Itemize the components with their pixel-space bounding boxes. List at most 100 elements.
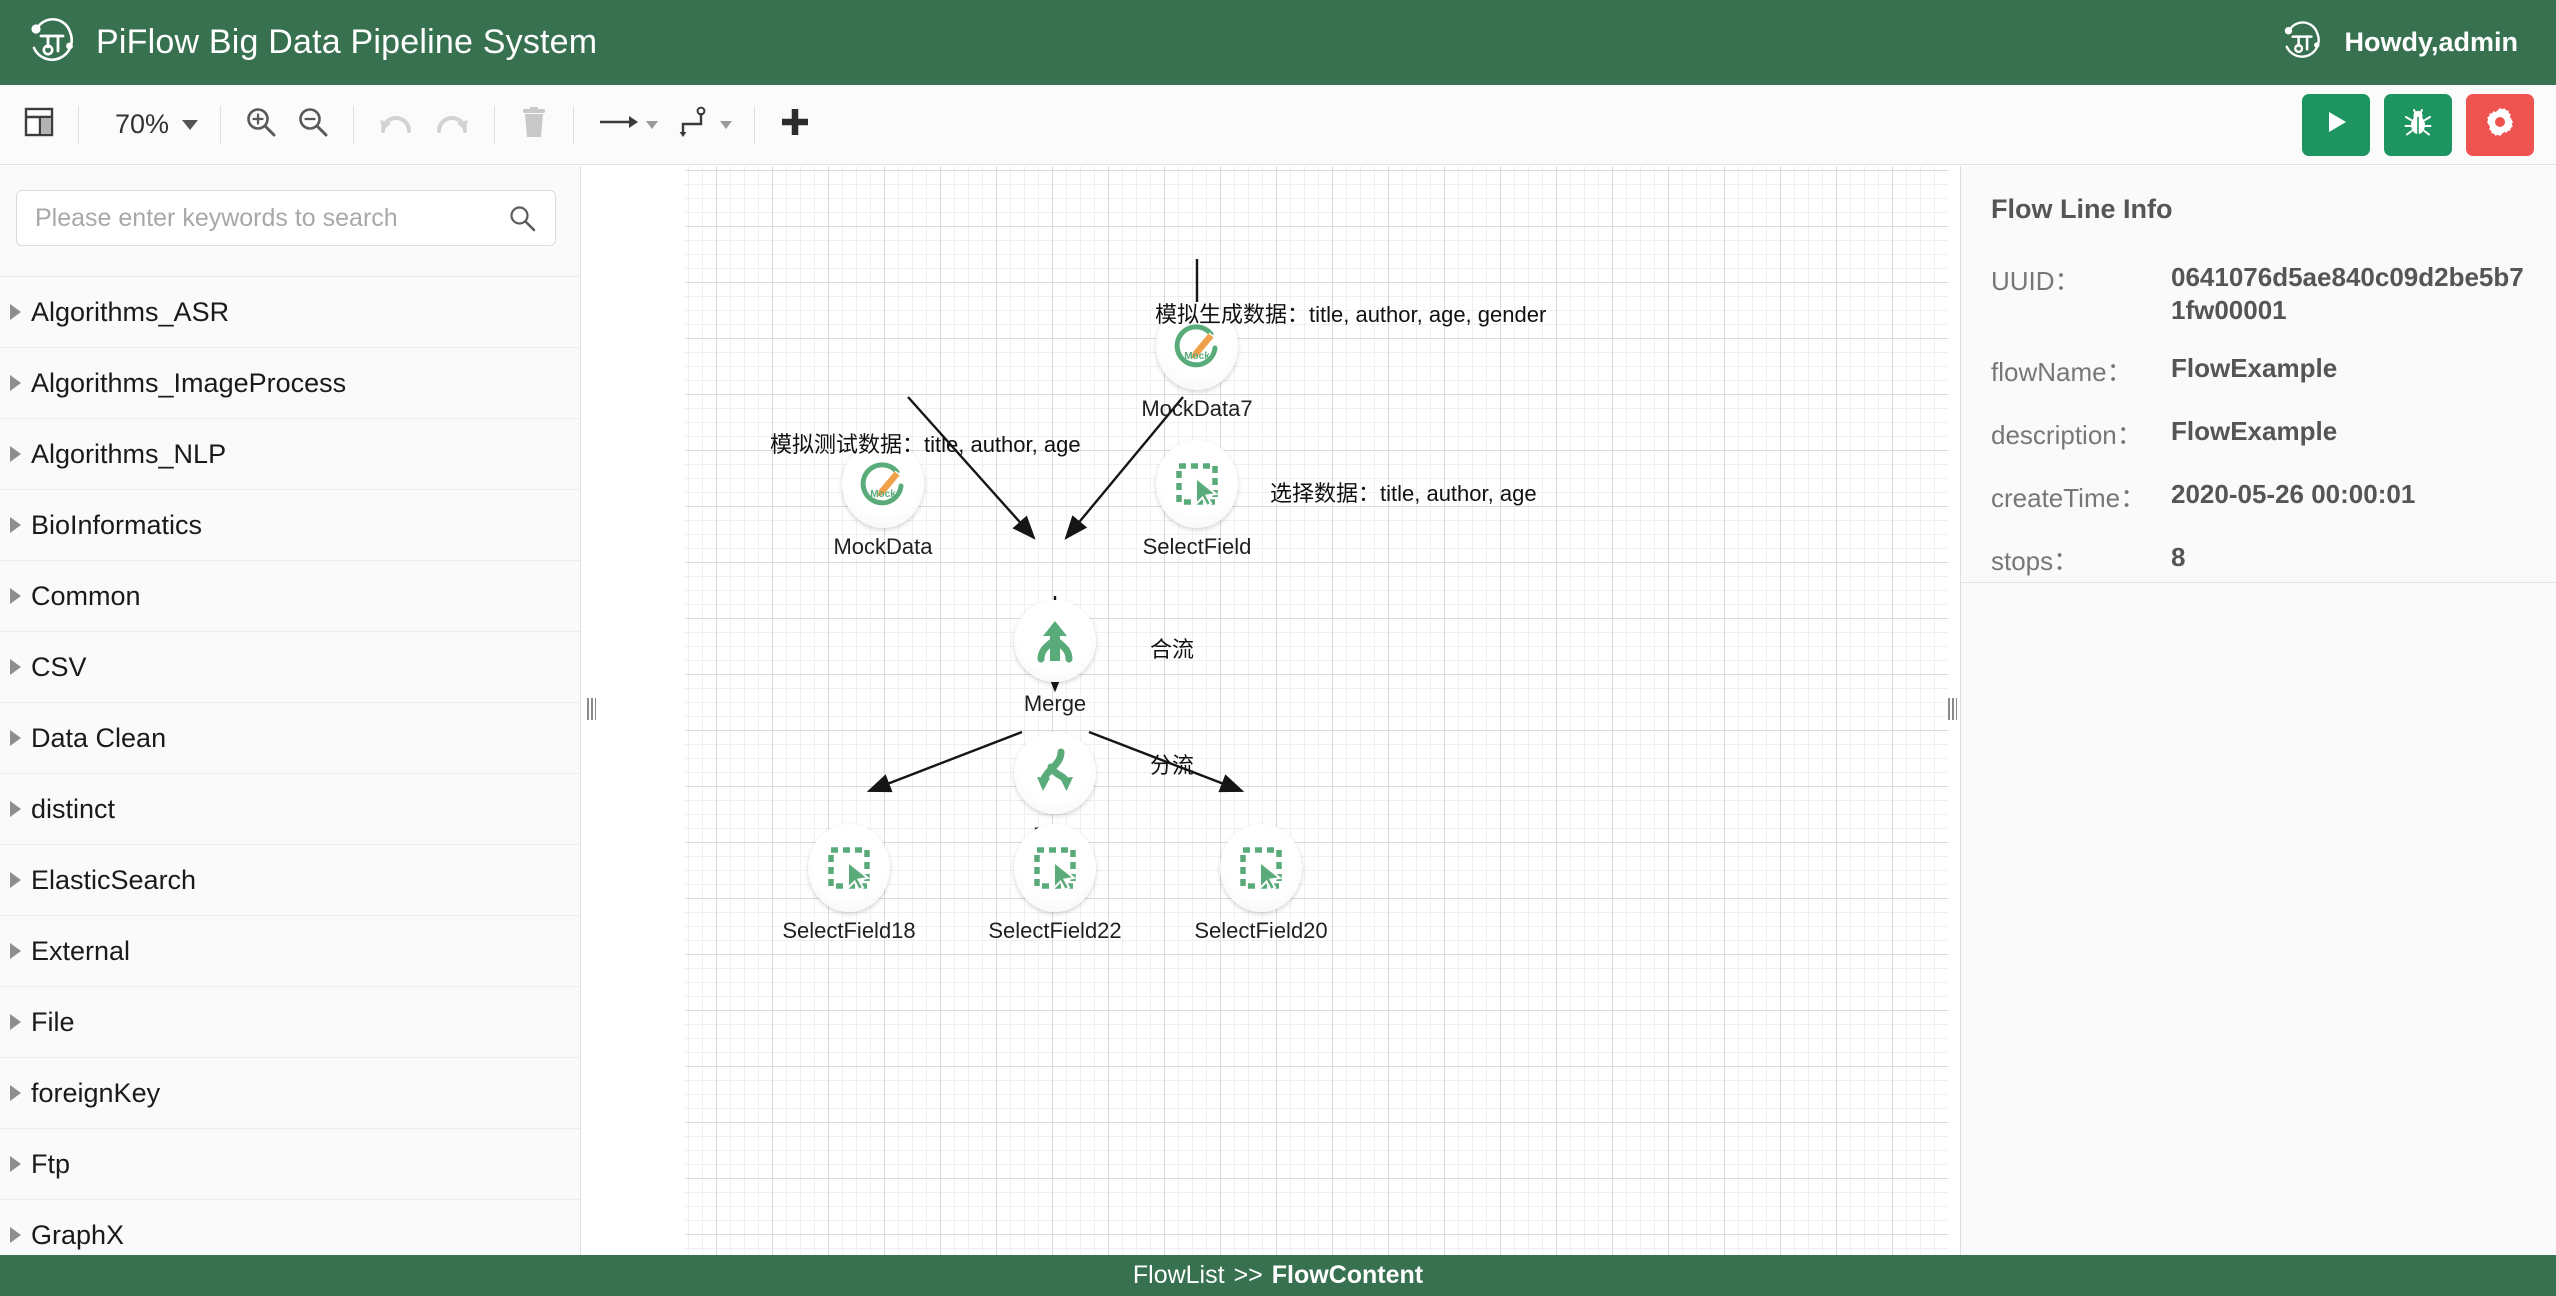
flow-canvas[interactable]: Mock MockData7 Mock MockData SelectField Merg… [582, 166, 1960, 1255]
breadcrumb-footer: FlowList >> FlowContent [0, 1255, 2556, 1296]
sidebar-item-label: ElasticSearch [31, 864, 197, 895]
user-greeting: Howdy,admin [2344, 27, 2518, 57]
sidebar-item-label: CSV [31, 651, 87, 682]
breadcrumb-root[interactable]: FlowList [1133, 1261, 1225, 1290]
toolbar-divider [220, 105, 222, 144]
app-title: PiFlow Big Data Pipeline System [96, 23, 598, 61]
triangle-right-icon[interactable] [10, 375, 21, 391]
breadcrumb-current: FlowContent [1271, 1261, 1424, 1289]
editor-toolbar: 70% [0, 85, 2556, 165]
triangle-right-icon[interactable] [10, 872, 21, 888]
panel-row: stops： 8 [1991, 541, 2526, 578]
zoom-in-icon [243, 104, 279, 145]
flow-node-label: SelectField20 [1194, 918, 1328, 943]
flow-settings-button[interactable] [2466, 93, 2534, 156]
triangle-right-icon[interactable] [10, 801, 21, 817]
chevron-down-icon[interactable] [646, 120, 659, 129]
chevron-down-icon[interactable] [720, 120, 733, 129]
triangle-right-icon[interactable] [10, 1156, 21, 1172]
panel-field-key: description： [1991, 420, 2143, 450]
canvas-annotation-note-selectfield: 选择数据：title, author, age [1270, 481, 1537, 506]
sidebar-resize-handle[interactable] [587, 698, 596, 720]
brand[interactable]: PiFlow Big Data Pipeline System [26, 14, 597, 71]
merge-arrow-icon[interactable] [1014, 600, 1096, 682]
triangle-right-icon[interactable] [10, 446, 21, 462]
triangle-right-icon[interactable] [10, 1014, 21, 1030]
add-node-button[interactable] [769, 99, 821, 151]
sidebar-item-ftp[interactable]: Ftp [0, 1129, 580, 1200]
canvas-annotation-note-mockdata: 模拟测试数据：title, author, age [770, 432, 1081, 457]
triangle-right-icon[interactable] [10, 1085, 21, 1101]
undo-button[interactable] [368, 99, 424, 151]
canvas-annotation-note-mockdata7: 模拟生成数据：title, author, age, gender [1155, 302, 1547, 327]
sidebar-item-label: Algorithms_ImageProcess [31, 367, 347, 398]
breadcrumb-separator: >> [1233, 1261, 1263, 1289]
zoom-out-icon [295, 104, 331, 145]
select-field-icon[interactable] [1156, 440, 1238, 528]
panel-field-key: UUID： [1991, 266, 2081, 296]
sidebar-item-common[interactable]: Common [0, 561, 580, 632]
sidebar-item-distinct[interactable]: distinct [0, 774, 580, 845]
sidebar-item-label: Algorithms_ASR [31, 296, 230, 327]
debug-flow-button[interactable] [2384, 93, 2452, 156]
run-flow-button[interactable] [2302, 93, 2370, 156]
sidebar-item-foreignkey[interactable]: foreignKey [0, 1058, 580, 1129]
chevron-down-icon [182, 119, 199, 130]
triangle-right-icon[interactable] [10, 304, 21, 320]
panel-row: createTime： 2020-05-26 00:00:01 [1991, 478, 2526, 515]
zoom-level-selector[interactable]: 70% [93, 99, 206, 151]
search-icon[interactable] [507, 203, 555, 233]
straight-connector-button[interactable] [588, 99, 666, 151]
select-field-icon[interactable] [808, 824, 890, 912]
svg-text:Mock: Mock [1184, 351, 1210, 362]
triangle-right-icon[interactable] [10, 1227, 21, 1243]
sidebar-item-graphx[interactable]: GraphX [0, 1200, 580, 1255]
sidebar-item-file[interactable]: File [0, 987, 580, 1058]
user-menu[interactable]: Howdy,admin [2280, 18, 2518, 67]
toolbar-divider [353, 105, 355, 144]
stop-library-sidebar: Algorithms_ASR Algorithms_ImageProcess Alg… [0, 166, 581, 1255]
elbow-connector-button[interactable] [666, 99, 740, 151]
play-icon [2321, 107, 2351, 142]
sidebar-item-elasticsearch[interactable]: ElasticSearch [0, 845, 580, 916]
panel-rows: UUID： 0641076d5ae840c09d2be5b71fw00001 flo… [1991, 261, 2526, 578]
sidebar-item-csv[interactable]: CSV [0, 632, 580, 703]
sidebar-item-label: File [31, 1006, 75, 1037]
select-field-icon[interactable] [1014, 824, 1096, 912]
panel-toggle-button[interactable] [14, 99, 64, 151]
triangle-right-icon[interactable] [10, 659, 21, 675]
sidebar-item-algorithms-nlp[interactable]: Algorithms_NLP [0, 419, 580, 490]
sidebar-item-external[interactable]: External [0, 916, 580, 987]
panel-field-value: 8 [2171, 542, 2186, 572]
panel-row: flowName： FlowExample [1991, 352, 2526, 389]
triangle-right-icon[interactable] [10, 730, 21, 746]
redo-button[interactable] [424, 99, 480, 151]
sidebar-item-algorithms-imageprocess[interactable]: Algorithms_ImageProcess [0, 348, 580, 419]
sidebar-item-algorithms-asr[interactable]: Algorithms_ASR [0, 277, 580, 348]
triangle-right-icon[interactable] [10, 943, 21, 959]
zoom-in-button[interactable] [235, 99, 287, 151]
arrow-right-icon [596, 109, 640, 140]
svg-text:Mock: Mock [870, 489, 896, 500]
bug-icon [2402, 106, 2434, 143]
zoom-out-button[interactable] [287, 99, 339, 151]
panel-title: Flow Line Info [1991, 194, 2173, 224]
select-field-icon[interactable] [1220, 824, 1302, 912]
flow-node-label: SelectField [1142, 534, 1252, 559]
triangle-right-icon[interactable] [10, 517, 21, 533]
flow-node-label: Merge [1023, 691, 1087, 716]
toolbar-left-group: 70% [0, 85, 821, 164]
panel-resize-handle[interactable] [1948, 698, 1957, 720]
search-box[interactable] [16, 190, 556, 246]
triangle-right-icon[interactable] [10, 588, 21, 604]
sidebar-item-data-clean[interactable]: Data Clean [0, 703, 580, 774]
canvas-annotation-note-merge: 合流 [1150, 637, 1195, 662]
search-input[interactable] [17, 203, 507, 233]
fork-arrow-icon[interactable] [1014, 732, 1096, 814]
panel-field-key: createTime： [1991, 483, 2147, 513]
sidebar-item-bioinformatics[interactable]: BioInformatics [0, 490, 580, 561]
panel-field-value: 2020-05-26 00:00:01 [2171, 479, 2416, 509]
app-root: PiFlow Big Data Pipeline System Howdy,ad… [0, 0, 2556, 1296]
delete-button[interactable] [509, 99, 559, 151]
elbow-connector-icon [674, 104, 714, 145]
